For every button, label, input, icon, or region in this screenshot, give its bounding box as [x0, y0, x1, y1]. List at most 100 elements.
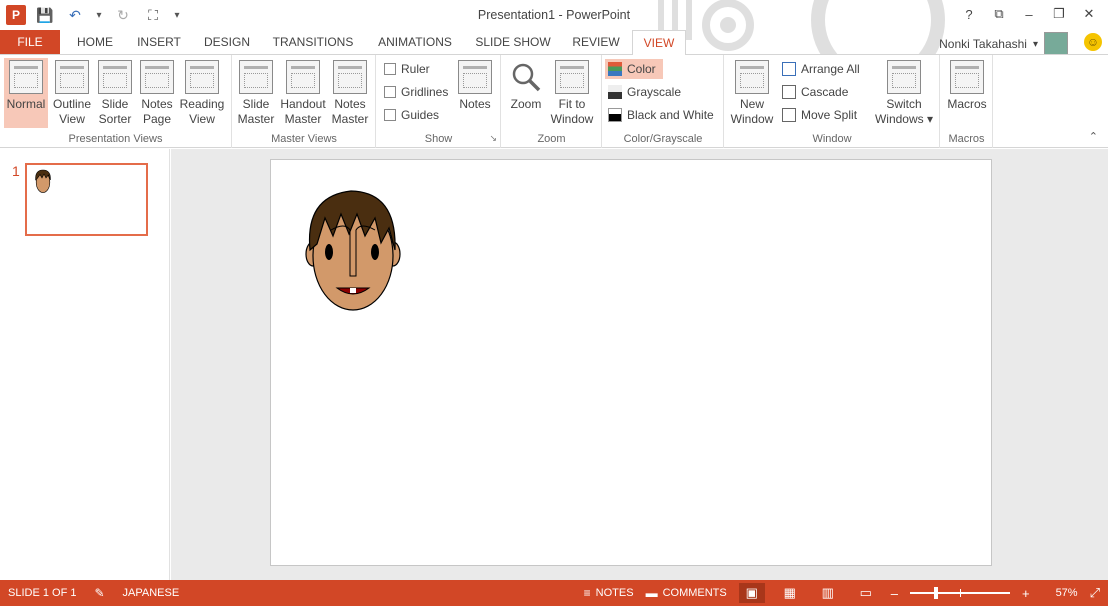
zoom-level[interactable]: 57% [1056, 587, 1078, 599]
cascade-button[interactable]: Cascade [779, 82, 851, 102]
zoom-slider[interactable] [909, 587, 1010, 599]
reading-view-icon [185, 60, 219, 94]
slide-count[interactable]: SLIDE 1 OF 1 [8, 587, 76, 599]
help-button[interactable]: ? [956, 3, 982, 25]
slide-show-status-icon[interactable]: ▭ [853, 583, 879, 603]
reading-view-label-1: Reading [179, 97, 225, 111]
language-indicator[interactable]: JAPANESE [123, 587, 180, 599]
outline-view-icon [55, 60, 89, 94]
notes-page-button[interactable]: Notes Page [136, 58, 178, 128]
slide-number: 1 [12, 163, 20, 179]
color-label: Color [627, 62, 656, 76]
zoom-slider-midpoint [959, 589, 961, 597]
slide-master-button[interactable]: Slide Master [235, 58, 277, 128]
notes-master-label-2: Master [331, 112, 369, 126]
collapse-ribbon-icon[interactable]: ⌃ [1089, 130, 1098, 143]
fit-to-window-button[interactable]: Fit to Window [548, 58, 596, 128]
send-feedback-smiley-icon[interactable]: ☺ [1084, 33, 1102, 51]
tab-view[interactable]: VIEW [632, 30, 686, 55]
slide-canvas[interactable] [270, 159, 992, 566]
ribbon-view: Normal Outline View Slide Sorter Notes P… [0, 54, 1108, 148]
close-button[interactable]: ✕ [1076, 3, 1102, 25]
new-window-label-2: Window [730, 112, 774, 126]
new-window-button[interactable]: New Window [729, 58, 775, 128]
color-button[interactable]: Color [605, 59, 663, 79]
notes-page-icon [140, 60, 174, 94]
switch-windows-button[interactable]: Switch Windows ▾ [873, 58, 935, 128]
gridlines-checkbox[interactable]: Gridlines [381, 82, 451, 102]
black-and-white-button[interactable]: Black and White [605, 105, 717, 125]
notes-toggle[interactable]: ≡ NOTES [584, 586, 634, 600]
slide-thumbnail[interactable] [25, 163, 148, 236]
face-thumbnail-icon [35, 169, 51, 193]
group-label-color-grayscale: Color/Grayscale [623, 133, 703, 145]
magnifier-icon [509, 60, 543, 94]
notes-icon: ≡ [583, 586, 591, 600]
ribbon-tabs: FILE HOME INSERT DESIGN TRANSITIONS ANIM… [0, 30, 1108, 56]
group-presentation-views: Normal Outline View Slide Sorter Notes P… [0, 55, 232, 148]
group-master-views: Slide Master Handout Master Notes Master… [233, 55, 376, 148]
spelling-check-icon[interactable]: ✎ [94, 586, 104, 600]
move-split-button[interactable]: Move Split [779, 105, 860, 125]
group-label-window: Window [812, 133, 852, 145]
zoom-in-button[interactable]: + [1022, 586, 1030, 601]
reading-view-status-icon[interactable]: ▥ [815, 583, 841, 603]
user-account[interactable]: Nonki Takahashi ▾ [939, 32, 1068, 56]
arrange-all-button[interactable]: Arrange All [779, 59, 863, 79]
tab-transitions[interactable]: TRANSITIONS [268, 30, 358, 54]
outline-view-button[interactable]: Outline View [50, 58, 94, 128]
user-name: Nonki Takahashi [939, 37, 1027, 51]
slide-sorter-status-icon[interactable]: ▦ [777, 583, 803, 603]
status-left: SLIDE 1 OF 1 ✎ JAPANESE [8, 580, 179, 606]
switch-windows-label-1: Switch [886, 97, 922, 111]
slide-sorter-label-1: Slide [101, 97, 129, 111]
zoom-out-button[interactable]: – [891, 586, 898, 601]
slide-thumbnail-pane: 1 [0, 149, 170, 580]
zoom-button[interactable]: Zoom [506, 58, 546, 128]
fit-slide-icon[interactable]: ⤢ [1090, 585, 1100, 601]
arrange-all-icon [782, 62, 796, 76]
slide-sorter-icon [98, 60, 132, 94]
window-title: Presentation1 - PowerPoint [477, 8, 631, 22]
minimize-button[interactable]: – [1016, 3, 1042, 25]
slide-sorter-label-2: Sorter [98, 112, 132, 126]
tab-home[interactable]: HOME [68, 30, 122, 54]
fit-to-window-label-1: Fit to [558, 97, 586, 111]
tab-insert[interactable]: INSERT [132, 30, 186, 54]
normal-view-button[interactable]: Normal [4, 58, 48, 128]
comments-toggle[interactable]: ▬ COMMENTS [646, 586, 727, 600]
group-show: Ruler Gridlines Guides Notes ↘ Show [377, 55, 501, 148]
grayscale-button[interactable]: Grayscale [605, 82, 684, 102]
handout-master-button[interactable]: Handout Master [279, 58, 327, 128]
slide-sorter-button[interactable]: Slide Sorter [94, 58, 136, 128]
group-label-presentation-views: Presentation Views [68, 133, 163, 145]
zoom-slider-thumb[interactable] [934, 587, 939, 599]
ruler-label: Ruler [401, 62, 430, 76]
cascade-label: Cascade [801, 85, 849, 99]
grayscale-swatch-icon [608, 85, 622, 99]
ribbon-display-options-button[interactable]: ⧉ [986, 3, 1012, 25]
notes-master-label-1: Notes [334, 97, 366, 111]
title-bar: P 💾 ↶ ▾ ↻ ⛶ ▾ Presentation1 - PowerPoint… [0, 0, 1108, 87]
tab-review[interactable]: REVIEW [566, 30, 626, 54]
fit-to-window-label-2: Window [550, 112, 594, 126]
tab-design[interactable]: DESIGN [198, 30, 256, 54]
normal-view-status-icon[interactable]: ▣ [738, 583, 765, 603]
restore-button[interactable]: ❐ [1046, 3, 1072, 25]
reading-view-button[interactable]: Reading View [178, 58, 226, 128]
guides-checkbox[interactable]: Guides [381, 105, 442, 125]
tab-file[interactable]: FILE [0, 30, 60, 54]
tab-slide-show[interactable]: SLIDE SHOW [472, 30, 554, 54]
slide-editor [171, 149, 1108, 580]
group-label-show: Show [424, 133, 453, 145]
tab-animations[interactable]: ANIMATIONS [370, 30, 460, 54]
macros-button[interactable]: Macros [944, 58, 990, 128]
color-swatch-icon [608, 62, 622, 76]
ruler-checkbox[interactable]: Ruler [381, 59, 433, 79]
notes-page-label-2: Page [142, 112, 172, 126]
zoom-label: Zoom [510, 97, 542, 111]
cartoon-face-icon[interactable] [305, 188, 401, 312]
notes-master-button[interactable]: Notes Master [329, 58, 371, 128]
notes-button[interactable]: Notes [455, 58, 495, 128]
handout-master-label-2: Master [284, 112, 322, 126]
